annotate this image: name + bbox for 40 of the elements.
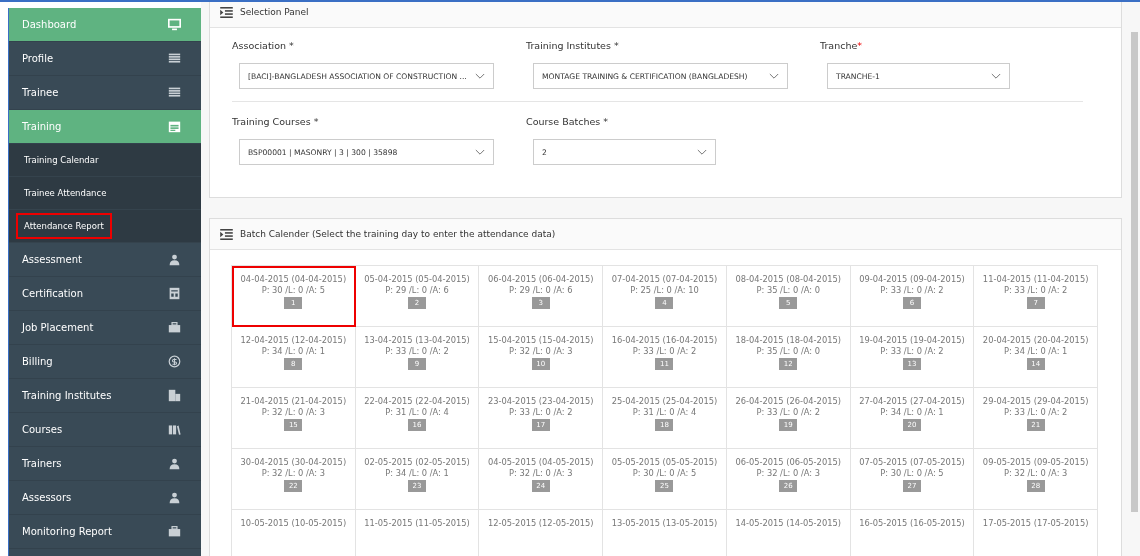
day-cell[interactable]: 10-05-2015 (10-05-2015) xyxy=(232,510,356,556)
submenu-item[interactable]: Training Calendar xyxy=(9,144,201,177)
day-cell[interactable]: 14-05-2015 (14-05-2015) xyxy=(726,510,851,556)
calendar-icon xyxy=(168,120,181,133)
list-icon xyxy=(220,228,233,240)
nav-item[interactable]: Dashboard xyxy=(9,8,201,42)
chevron-down-icon xyxy=(475,72,485,80)
building-icon xyxy=(168,389,181,402)
scrollbar[interactable] xyxy=(1131,32,1138,512)
day-cell[interactable]: 11-05-2015 (11-05-2015) xyxy=(355,510,480,556)
submenu-item[interactable]: Trainee Attendance xyxy=(9,177,201,210)
nav-item[interactable]: Training xyxy=(9,110,201,144)
field-label: Tranche* xyxy=(820,40,863,51)
panel-title: Batch Calender (Select the training day to enter the attendance data) xyxy=(240,229,556,239)
books-icon xyxy=(168,423,181,436)
person-icon xyxy=(168,491,181,504)
day-cell[interactable]: 16-05-2015 (16-05-2015) xyxy=(850,510,975,556)
chevron-down-icon xyxy=(475,148,485,156)
monitor-icon xyxy=(168,18,181,31)
briefcase-icon xyxy=(168,525,181,538)
chevron-down-icon xyxy=(991,72,1001,80)
chevron-down-icon xyxy=(697,148,707,156)
field-label: Training Institutes * xyxy=(526,40,620,51)
day-cell[interactable]: 12-05-2015 (12-05-2015) xyxy=(479,510,604,556)
person-icon xyxy=(168,457,181,470)
day-cell[interactable]: 17-05-2015 (17-05-2015) xyxy=(974,510,1098,556)
field-label: Association * xyxy=(232,40,295,51)
briefcase-icon xyxy=(168,321,181,334)
chevron-down-icon xyxy=(769,72,779,80)
field-label: Course Batches * xyxy=(526,116,610,127)
person-icon xyxy=(168,253,181,266)
day-cell[interactable]: 13-05-2015 (13-05-2015) xyxy=(603,510,727,556)
list-icon xyxy=(168,52,181,65)
list-icon xyxy=(168,86,181,99)
document-icon xyxy=(168,287,181,300)
list-icon xyxy=(220,6,233,18)
panel-title: Selection Panel xyxy=(240,7,309,17)
dollar-icon xyxy=(168,355,181,368)
field-label: Training Courses * xyxy=(232,116,320,127)
submenu-item[interactable]: Attendance Report xyxy=(9,210,201,243)
